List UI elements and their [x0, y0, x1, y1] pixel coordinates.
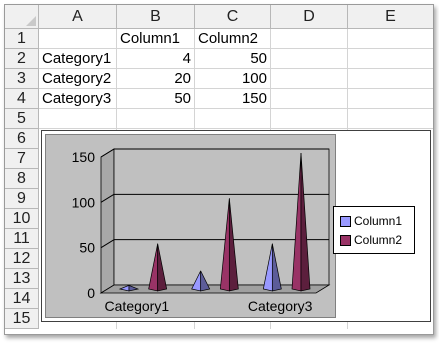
- row-header-7[interactable]: 7: [5, 149, 39, 169]
- chart-legend[interactable]: Column1 Column2: [333, 206, 415, 254]
- cell-d1[interactable]: [271, 29, 348, 49]
- row-header-6[interactable]: 6: [5, 129, 39, 149]
- cell-c5[interactable]: [195, 109, 271, 129]
- row-header-14[interactable]: 14: [5, 289, 39, 309]
- x-tick-label-0: Category1: [105, 298, 170, 314]
- cell-b4[interactable]: 50: [117, 89, 195, 109]
- chart-canvas: 0 50 100 150 Category1 Category3: [72, 148, 331, 314]
- legend-swatch-column1: [340, 216, 351, 228]
- cell-a5[interactable]: [39, 109, 117, 129]
- cell-c4[interactable]: 150: [195, 89, 271, 109]
- row-header-5[interactable]: 5: [5, 109, 39, 129]
- row-header-2[interactable]: 2: [5, 49, 39, 69]
- cell-b5[interactable]: [117, 109, 195, 129]
- cell-a3[interactable]: Category2: [39, 69, 117, 89]
- cell-c3[interactable]: 100: [195, 69, 271, 89]
- column-header-b[interactable]: B: [117, 5, 195, 29]
- y-tick-label-150: 150: [72, 149, 96, 165]
- legend-item-column1: Column1: [340, 213, 402, 229]
- row-header-8[interactable]: 8: [5, 169, 39, 189]
- cell-a1[interactable]: [39, 29, 117, 49]
- embedded-chart[interactable]: 0 50 100 150 Category1 Category3 Column1 Colu…: [41, 130, 431, 322]
- cell-d5[interactable]: [271, 109, 348, 129]
- cell-c1[interactable]: Column2: [195, 29, 271, 49]
- legend-swatch-column2: [340, 235, 351, 247]
- side-wall: [100, 148, 115, 294]
- y-tick-label-100: 100: [72, 194, 96, 210]
- row-header-12[interactable]: 12: [5, 249, 39, 269]
- legend-item-column2: Column2: [340, 232, 402, 248]
- cell-e3[interactable]: [348, 69, 433, 89]
- cell-b3[interactable]: 20: [117, 69, 195, 89]
- row-header-4[interactable]: 4: [5, 89, 39, 109]
- cell-e2[interactable]: [348, 49, 433, 69]
- y-tick-label-50: 50: [79, 240, 95, 256]
- row-header-11[interactable]: 11: [5, 229, 39, 249]
- cell-d3[interactable]: [271, 69, 348, 89]
- cell-b1[interactable]: Column1: [117, 29, 195, 49]
- select-all-corner[interactable]: [5, 5, 39, 29]
- legend-label-column1: Column1: [354, 214, 403, 228]
- cell-e5[interactable]: [348, 109, 433, 129]
- row-header-1[interactable]: 1: [5, 29, 39, 49]
- x-tick-label-2: Category3: [248, 298, 313, 314]
- y-tick-label-0: 0: [87, 285, 95, 301]
- cell-d4[interactable]: [271, 89, 348, 109]
- row-header-9[interactable]: 9: [5, 189, 39, 209]
- legend-label-column2: Column2: [354, 233, 403, 247]
- row-header-3[interactable]: 3: [5, 69, 39, 89]
- cell-e1[interactable]: [348, 29, 433, 49]
- cell-a4[interactable]: Category3: [39, 89, 117, 109]
- row-header-15[interactable]: 15: [5, 309, 39, 329]
- column-header-d[interactable]: D: [271, 5, 348, 29]
- column-header-e[interactable]: E: [348, 5, 433, 29]
- cell-c2[interactable]: 50: [195, 49, 271, 69]
- cell-b2[interactable]: 4: [117, 49, 195, 69]
- spreadsheet: A B C D E 1 2 3 4 5 6 7 8 9 10 11 12 13 …: [4, 4, 434, 335]
- select-all-triangle-icon: [26, 16, 36, 26]
- cell-d2[interactable]: [271, 49, 348, 69]
- chart-plot-area[interactable]: 0 50 100 150 Category1 Category3: [45, 134, 336, 318]
- row-header-13[interactable]: 13: [5, 269, 39, 289]
- column-header-a[interactable]: A: [39, 5, 117, 29]
- cell-a2[interactable]: Category1: [39, 49, 117, 69]
- cell-e4[interactable]: [348, 89, 433, 109]
- row-header-10[interactable]: 10: [5, 209, 39, 229]
- column-header-c[interactable]: C: [195, 5, 271, 29]
